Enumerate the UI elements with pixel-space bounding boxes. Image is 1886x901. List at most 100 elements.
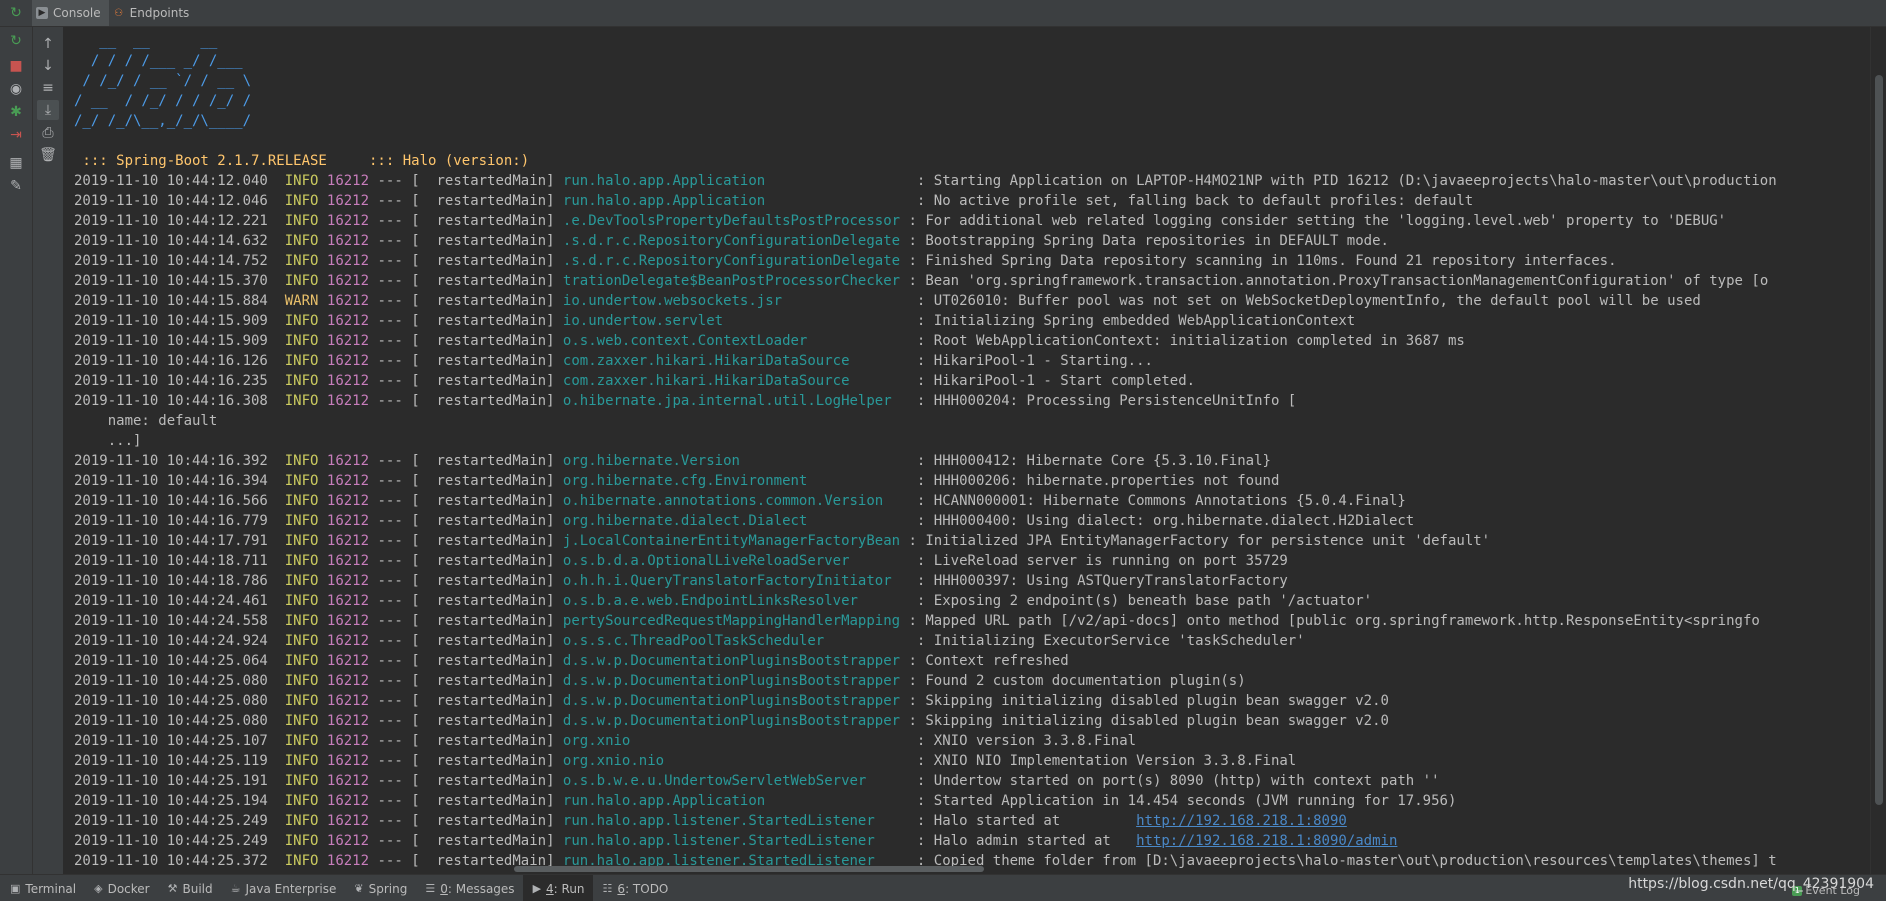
ascii-banner-line: /_/ /_/\__,_/_/\____/ — [74, 113, 252, 129]
soft-wrap-button[interactable]: ≡ — [37, 78, 59, 98]
log-message: HCANN000001: Hibernate Commons Annotatio… — [933, 493, 1406, 509]
log-message: Bean 'org.springframework.transaction.an… — [925, 273, 1769, 289]
log-separator: : — [908, 633, 934, 649]
log-separator: ] — [546, 453, 563, 469]
log-logger: com.zaxxer.hikari.HikariDataSource — [562, 373, 909, 389]
tab-console[interactable]: ▶ Console — [32, 0, 109, 26]
log-message: Found 2 custom documentation plugin(s) — [925, 673, 1246, 689]
log-level: INFO — [284, 673, 319, 689]
log-level: INFO — [284, 773, 319, 789]
log-line: 2019-11-10 10:44:25.080 INFO 16212 --- [… — [74, 671, 1870, 691]
log-separator: : — [900, 273, 926, 289]
scroll-down-button[interactable]: ↓ — [37, 56, 59, 76]
log-level: INFO — [284, 833, 319, 849]
log-line: 2019-11-10 10:44:18.711 INFO 16212 --- [… — [74, 551, 1870, 571]
log-thread: restartedMain — [419, 833, 547, 849]
log-separator: --- [ — [369, 513, 420, 529]
log-separator: ] — [546, 833, 563, 849]
log-level: INFO — [284, 733, 319, 749]
log-separator: ] — [546, 393, 563, 409]
log-thread: restartedMain — [419, 253, 547, 269]
trash-button[interactable]: 🗑 — [37, 145, 59, 165]
log-pid: 16212 — [326, 693, 370, 709]
spring-icon: ❦ — [354, 882, 364, 895]
log-separator: ] — [546, 633, 563, 649]
tool-docker[interactable]: ◈ Docker — [84, 875, 158, 901]
log-timestamp: 2019-11-10 10:44:24.461 — [74, 593, 268, 609]
log-separator: --- [ — [369, 193, 420, 209]
log-pid: 16212 — [326, 613, 370, 629]
log-line: 2019-11-10 10:44:14.752 INFO 16212 --- [… — [74, 251, 1870, 271]
log-line: 2019-11-10 10:44:25.194 INFO 16212 --- [… — [74, 791, 1870, 811]
log-separator: --- [ — [369, 653, 420, 669]
log-thread: restartedMain — [419, 613, 547, 629]
log-thread: restartedMain — [419, 293, 547, 309]
layout-button[interactable]: ▦ — [5, 153, 27, 173]
camera-button[interactable]: ◉ — [5, 79, 27, 99]
run-icon: ▶ — [532, 882, 542, 895]
log-logger: io.undertow.servlet — [562, 313, 909, 329]
log-separator: : — [900, 693, 926, 709]
tool-java-enterprise[interactable]: ☕ Java Enterprise — [221, 875, 345, 901]
log-level: INFO — [284, 273, 319, 289]
scroll-up-icon: ↑ — [42, 36, 54, 52]
log-thread: restartedMain — [419, 353, 547, 369]
log-link[interactable]: http://192.168.218.1:8090 — [1136, 813, 1347, 829]
tool-run[interactable]: ▶ 4: Run — [522, 875, 593, 901]
log-thread: restartedMain — [419, 733, 547, 749]
log-message: HHH000206: hibernate.properties not foun… — [933, 473, 1280, 489]
debug-button[interactable]: ✱ — [5, 102, 27, 122]
log-line: 2019-11-10 10:44:25.080 INFO 16212 --- [… — [74, 691, 1870, 711]
log-separator: ] — [546, 653, 563, 669]
log-logger: o.s.b.a.e.web.EndpointLinksResolver — [562, 593, 909, 609]
log-link[interactable]: http://192.168.218.1:8090/admin — [1136, 833, 1397, 849]
log-message: Root WebApplicationContext: initializati… — [933, 333, 1465, 349]
log-thread: restartedMain — [419, 373, 547, 389]
vertical-scrollbar-thumb[interactable] — [1875, 75, 1883, 805]
tool-docker-label: Docker — [108, 882, 150, 896]
scroll-up-button[interactable]: ↑ — [37, 34, 59, 54]
log-thread: restartedMain — [419, 573, 547, 589]
rerun-button[interactable]: ↻ — [5, 31, 27, 51]
log-timestamp: 2019-11-10 10:44:25.249 — [74, 833, 268, 849]
tool-build-label: Build — [183, 882, 213, 896]
log-separator: ] — [546, 693, 563, 709]
soft-wrap-icon: ≡ — [42, 80, 54, 96]
log-logger: d.s.w.p.DocumentationPluginsBootstrapper — [562, 693, 901, 709]
log-level: INFO — [284, 693, 319, 709]
stop-button[interactable]: ■ — [5, 56, 27, 76]
log-pid: 16212 — [326, 793, 370, 809]
log-logger: run.halo.app.Application — [562, 173, 909, 189]
tool-messages[interactable]: ☰ 0: Messages — [415, 875, 522, 901]
tool-terminal[interactable]: ▣ Terminal — [0, 875, 84, 901]
pin-button[interactable]: ✎ — [5, 176, 27, 196]
rerun-icon: ↻ — [10, 5, 22, 21]
tab-endpoints[interactable]: ⚇ Endpoints — [109, 0, 198, 26]
horizontal-scrollbar-thumb[interactable] — [514, 866, 984, 872]
tab-endpoints-label: Endpoints — [129, 6, 190, 20]
log-pid: 16212 — [326, 553, 370, 569]
exit-button[interactable]: ⇥ — [5, 125, 27, 145]
tool-todo-label: 6: TODO — [617, 882, 668, 896]
log-separator: --- [ — [369, 633, 420, 649]
log-logger: org.hibernate.Version — [562, 453, 909, 469]
vertical-scrollbar[interactable] — [1870, 27, 1886, 874]
log-separator: --- [ — [369, 533, 420, 549]
rerun-corner-button[interactable]: ↻ — [0, 0, 32, 26]
log-level: INFO — [284, 533, 319, 549]
log-pid: 16212 — [326, 233, 370, 249]
print-button[interactable]: ⎙ — [37, 123, 59, 143]
scroll-to-end-button[interactable]: ⤓ — [37, 100, 59, 120]
tool-todo-mnemonic: 6 — [617, 881, 626, 896]
log-message: HHH000397: Using ASTQueryTranslatorFacto… — [933, 573, 1288, 589]
debug-icon: ✱ — [10, 104, 22, 120]
console-output[interactable]: __ __ __ / / / /___ _/ /___ / /_/ / __ `… — [64, 27, 1870, 874]
log-separator: ] — [546, 253, 563, 269]
log-timestamp: 2019-11-10 10:44:25.080 — [74, 693, 268, 709]
log-message: XNIO NIO Implementation Version 3.3.8.Fi… — [933, 753, 1297, 769]
ide-run-window: ↻ ▶ Console ⚇ Endpoints ↻ ■ ◉ ✱ ⇥ ▦ ✎ ↑ ↓ ≡ ⤓ ⎙ 🗑 _… — [0, 0, 1886, 901]
tool-spring[interactable]: ❦ Spring — [344, 875, 415, 901]
log-separator: --- [ — [369, 493, 420, 509]
tool-build[interactable]: ⚒ Build — [158, 875, 221, 901]
tool-todo[interactable]: ☷ 6: TODO — [593, 875, 677, 901]
